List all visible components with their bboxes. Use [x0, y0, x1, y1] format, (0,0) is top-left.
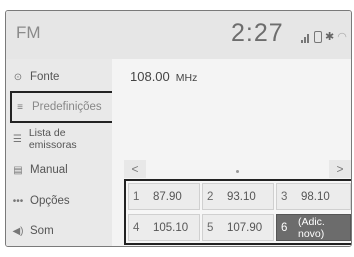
preset-frequency: 87.90 [153, 190, 182, 203]
sidebar-item-label: Opções [30, 195, 70, 207]
app-title: FM [16, 23, 41, 42]
sidebar-item-label: Som [30, 225, 54, 237]
sidebar-item-opcoes[interactable]: ••• Opções [10, 187, 110, 215]
preset-frequency: 105.10 [153, 221, 189, 234]
preset-button-1[interactable]: 1 87.90 [128, 183, 200, 210]
preset-add-new: (Adic. novo) [298, 215, 325, 240]
status-icons: ✱ ◠ [301, 29, 347, 43]
preset-button-5[interactable]: 5 107.90 [202, 214, 274, 241]
preset-number: 3 [281, 190, 288, 203]
preset-number: 5 [207, 221, 214, 234]
wifi-icon: ◠ [337, 31, 347, 43]
sound-icon: ◀) [12, 225, 24, 237]
preset-number: 2 [207, 190, 214, 203]
prev-page-button[interactable]: < [124, 160, 146, 178]
signal-icon [301, 32, 311, 43]
preset-grid: 1 87.90 2 93.10 3 98.10 4 105.10 5 107.9… [124, 179, 351, 245]
sidebar-item-label: Manual [30, 164, 68, 176]
header-bar: FM 2:27 ✱ ◠ [6, 11, 351, 59]
sidebar-item-predefinicoes[interactable]: ≡ Predefinições [10, 91, 114, 123]
source-icon: ⊙ [13, 71, 23, 83]
sidebar-item-manual[interactable]: ▤ Manual [10, 156, 110, 184]
sidebar-item-fonte[interactable]: ⊙ Fonte [10, 63, 110, 91]
sidebar: ⊙ Fonte ≡ Predefinições ☰ Lista de emiss… [6, 59, 114, 246]
frequency-display: 108.00 MHz [130, 69, 197, 84]
preset-number: 4 [133, 221, 140, 234]
preset-frequency: 93.10 [227, 190, 256, 203]
clock: 2:27 [231, 19, 284, 47]
preset-button-3[interactable]: 3 98.10 [276, 183, 351, 210]
frequency-value: 108.00 [130, 69, 170, 84]
phone-icon [314, 31, 322, 43]
frequency-unit: MHz [175, 72, 198, 84]
sidebar-item-label: Lista de emissoras [28, 127, 77, 151]
station-list-icon: ☰ [12, 133, 22, 145]
sidebar-item-som[interactable]: ◀) Som [10, 217, 110, 245]
radio-screen: FM 2:27 ✱ ◠ ⊙ Fonte ≡ Predefinições ☰ Li… [5, 10, 352, 247]
main-panel: 108.00 MHz < > 1 87.90 2 93.10 3 98.10 4 … [112, 59, 351, 246]
page-indicator-dot [236, 170, 239, 173]
preset-number: 6 [281, 221, 288, 234]
bluetooth-icon: ✱ [325, 31, 335, 43]
sidebar-item-label: Fonte [30, 71, 60, 83]
preset-frequency: 107.90 [227, 221, 263, 234]
presets-icon: ≡ [17, 101, 23, 113]
preset-number: 1 [133, 190, 140, 203]
sidebar-item-label: Predefinições [32, 101, 102, 113]
sidebar-item-lista-de-emissoras[interactable]: ☰ Lista de emissoras [10, 125, 110, 153]
preset-button-2[interactable]: 2 93.10 [202, 183, 274, 210]
preset-frequency: 98.10 [301, 190, 330, 203]
next-page-button[interactable]: > [329, 160, 351, 178]
preset-button-4[interactable]: 4 105.10 [128, 214, 200, 241]
options-icon: ••• [12, 195, 24, 207]
preset-button-6[interactable]: 6 (Adic. novo) [276, 214, 351, 241]
manual-icon: ▤ [13, 164, 23, 176]
